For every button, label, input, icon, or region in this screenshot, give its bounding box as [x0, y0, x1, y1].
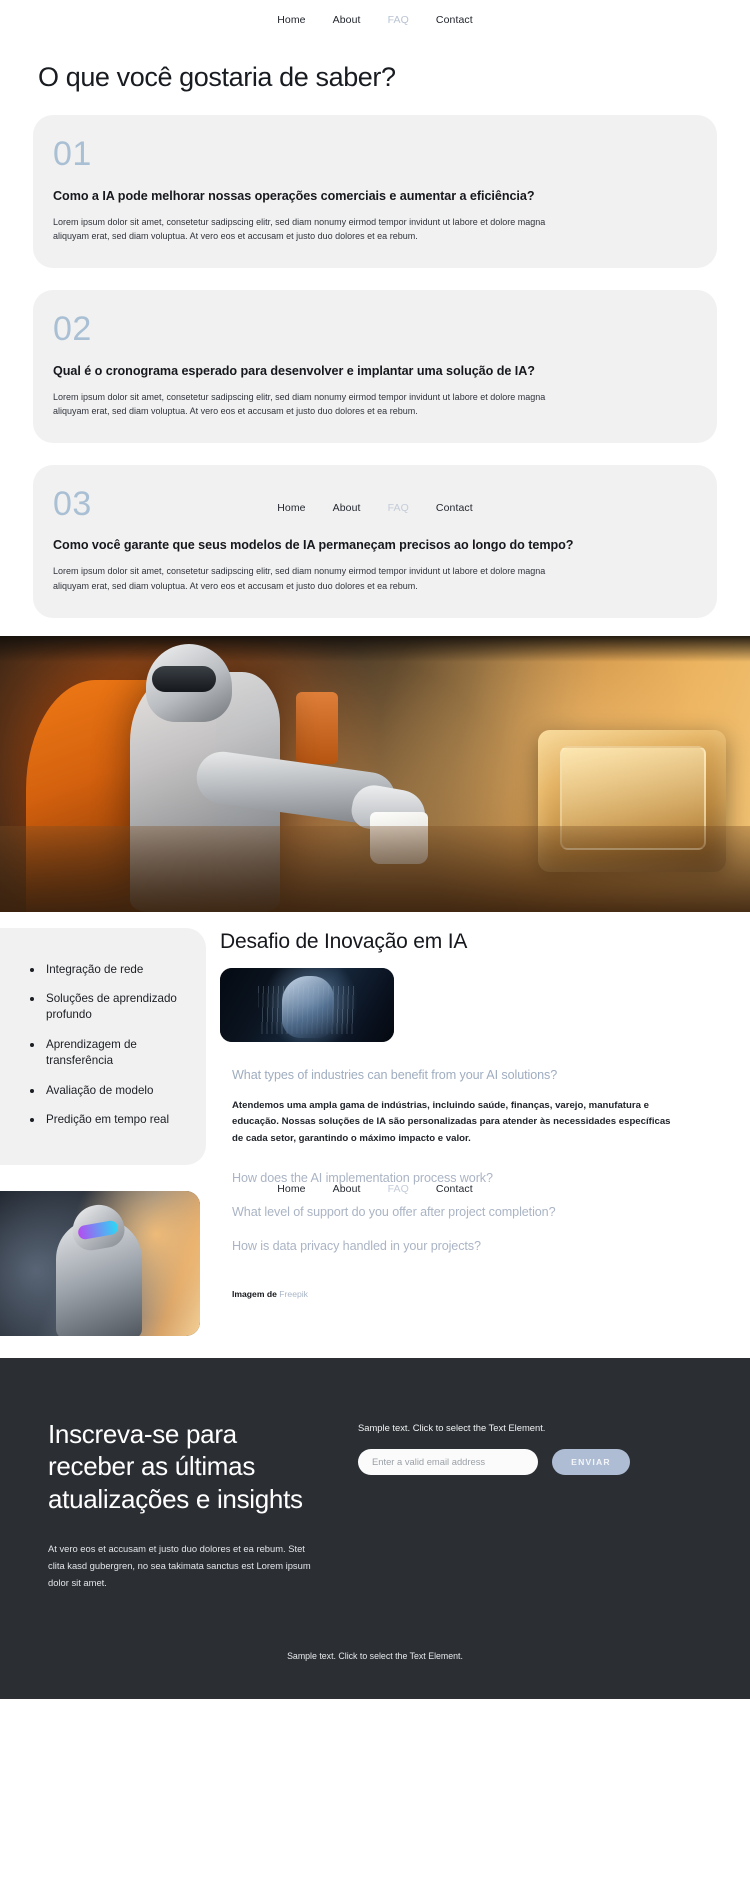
faq-card[interactable]: 02 Qual é o cronograma esperado para des…: [33, 289, 717, 443]
image-credit: Imagem de Freepik: [220, 1289, 720, 1299]
faq-card-question: Como você garante que seus modelos de IA…: [53, 538, 574, 553]
page-title: O que você gostaria de saber?: [38, 62, 396, 92]
image-credit-prefix: Imagem de: [232, 1289, 277, 1300]
accordion-question[interactable]: What types of industries can benefit fro…: [220, 1058, 720, 1092]
ai-face-figure: [282, 975, 334, 1038]
thumbnail-robot-corridor: [0, 1190, 200, 1336]
accordion-column: Desafio de Inovação em IA What types of …: [206, 912, 750, 1299]
accordion-item: What types of industries can benefit fro…: [220, 1058, 720, 1162]
faq-card-list: 01 Como a IA pode melhorar nossas operaç…: [33, 115, 717, 618]
newsletter-form: ENVIAR: [358, 1448, 702, 1475]
newsletter-section: Inscreva-se para receber as últimas atua…: [0, 1357, 750, 1699]
list-item: Aprendizagem de transferência: [30, 1037, 190, 1070]
faq-card-number: 01: [53, 135, 92, 173]
accordion-item: How is data privacy handled in your proj…: [220, 1229, 720, 1263]
list-item: Integração de rede: [30, 962, 190, 978]
accordion-answer: Atendemos uma ampla gama de indústrias, …: [232, 1099, 671, 1144]
accordion-question[interactable]: How does the AI implementation process w…: [220, 1161, 720, 1195]
faq-card[interactable]: 03 Como você garante que seus modelos de…: [33, 464, 717, 618]
thumbnail-ai-face: [220, 967, 394, 1042]
hero-shelf: [0, 635, 750, 662]
faq-card[interactable]: 01 Como a IA pode melhorar nossas operaç…: [33, 115, 717, 268]
hero-robot-visor: [152, 665, 216, 692]
accordion-question[interactable]: How is data privacy handled in your proj…: [220, 1229, 720, 1263]
faq-card-answer: Lorem ipsum dolor sit amet, consetetur s…: [53, 391, 546, 417]
list-item: Avaliação de modelo: [30, 1083, 190, 1099]
nav-link-about[interactable]: About: [333, 14, 361, 26]
submit-button[interactable]: ENVIAR: [552, 1448, 630, 1475]
newsletter-paragraph: At vero eos et accusam et justo duo dolo…: [48, 1543, 311, 1589]
newsletter-sample-text: Sample text. Click to select the Text El…: [358, 1421, 546, 1433]
faq-card-answer: Lorem ipsum dolor sit amet, consetetur s…: [53, 216, 546, 242]
list-item: Soluções de aprendizado profundo: [30, 991, 190, 1024]
features-list: Integração de rede Soluções de aprendiza…: [30, 962, 190, 1129]
faq-card-number: 03: [53, 484, 92, 523]
faq-card-question: Qual é o cronograma esperado para desenv…: [53, 363, 535, 378]
nav-link-contact[interactable]: Contact: [436, 14, 473, 26]
features-column: Integração de rede Soluções de aprendiza…: [0, 912, 206, 1336]
hero-image-robot-kitchen: [0, 635, 750, 912]
accordion-question[interactable]: What level of support do you offer after…: [220, 1195, 720, 1229]
accordion-item: How does the AI implementation process w…: [220, 1161, 720, 1195]
newsletter-heading: Inscreva-se para receber as últimas atua…: [48, 1418, 303, 1514]
faq-card-number: 02: [53, 309, 92, 348]
features-card: Integração de rede Soluções de aprendiza…: [0, 927, 206, 1165]
faq-card-question: Como a IA pode melhorar nossas operações…: [53, 188, 535, 203]
accordion-item: What level of support do you offer after…: [220, 1195, 720, 1229]
innovation-title: Desafio de Inovação em IA: [220, 929, 468, 953]
newsletter-form-area: Sample text. Click to select the Text El…: [358, 1418, 702, 1592]
hero-counter: [0, 825, 750, 912]
top-navigation: Home About FAQ Contact: [0, 0, 750, 40]
hero-pot: [296, 691, 338, 764]
faq-card-answer: Lorem ipsum dolor sit amet, consetetur s…: [53, 566, 546, 591]
nav-link-faq[interactable]: FAQ: [388, 14, 409, 26]
list-item: Predição em tempo real: [30, 1112, 190, 1128]
email-field[interactable]: [358, 1448, 538, 1475]
faq-accordion: What types of industries can benefit fro…: [220, 1058, 720, 1264]
newsletter-copy: Inscreva-se para receber as últimas atua…: [48, 1418, 318, 1592]
footer-sample-text: Sample text. Click to select the Text El…: [287, 1650, 463, 1661]
image-credit-link[interactable]: Freepik: [279, 1289, 308, 1299]
nav-link-home[interactable]: Home: [277, 14, 305, 26]
innovation-section: Integração de rede Soluções de aprendiza…: [0, 912, 750, 1336]
